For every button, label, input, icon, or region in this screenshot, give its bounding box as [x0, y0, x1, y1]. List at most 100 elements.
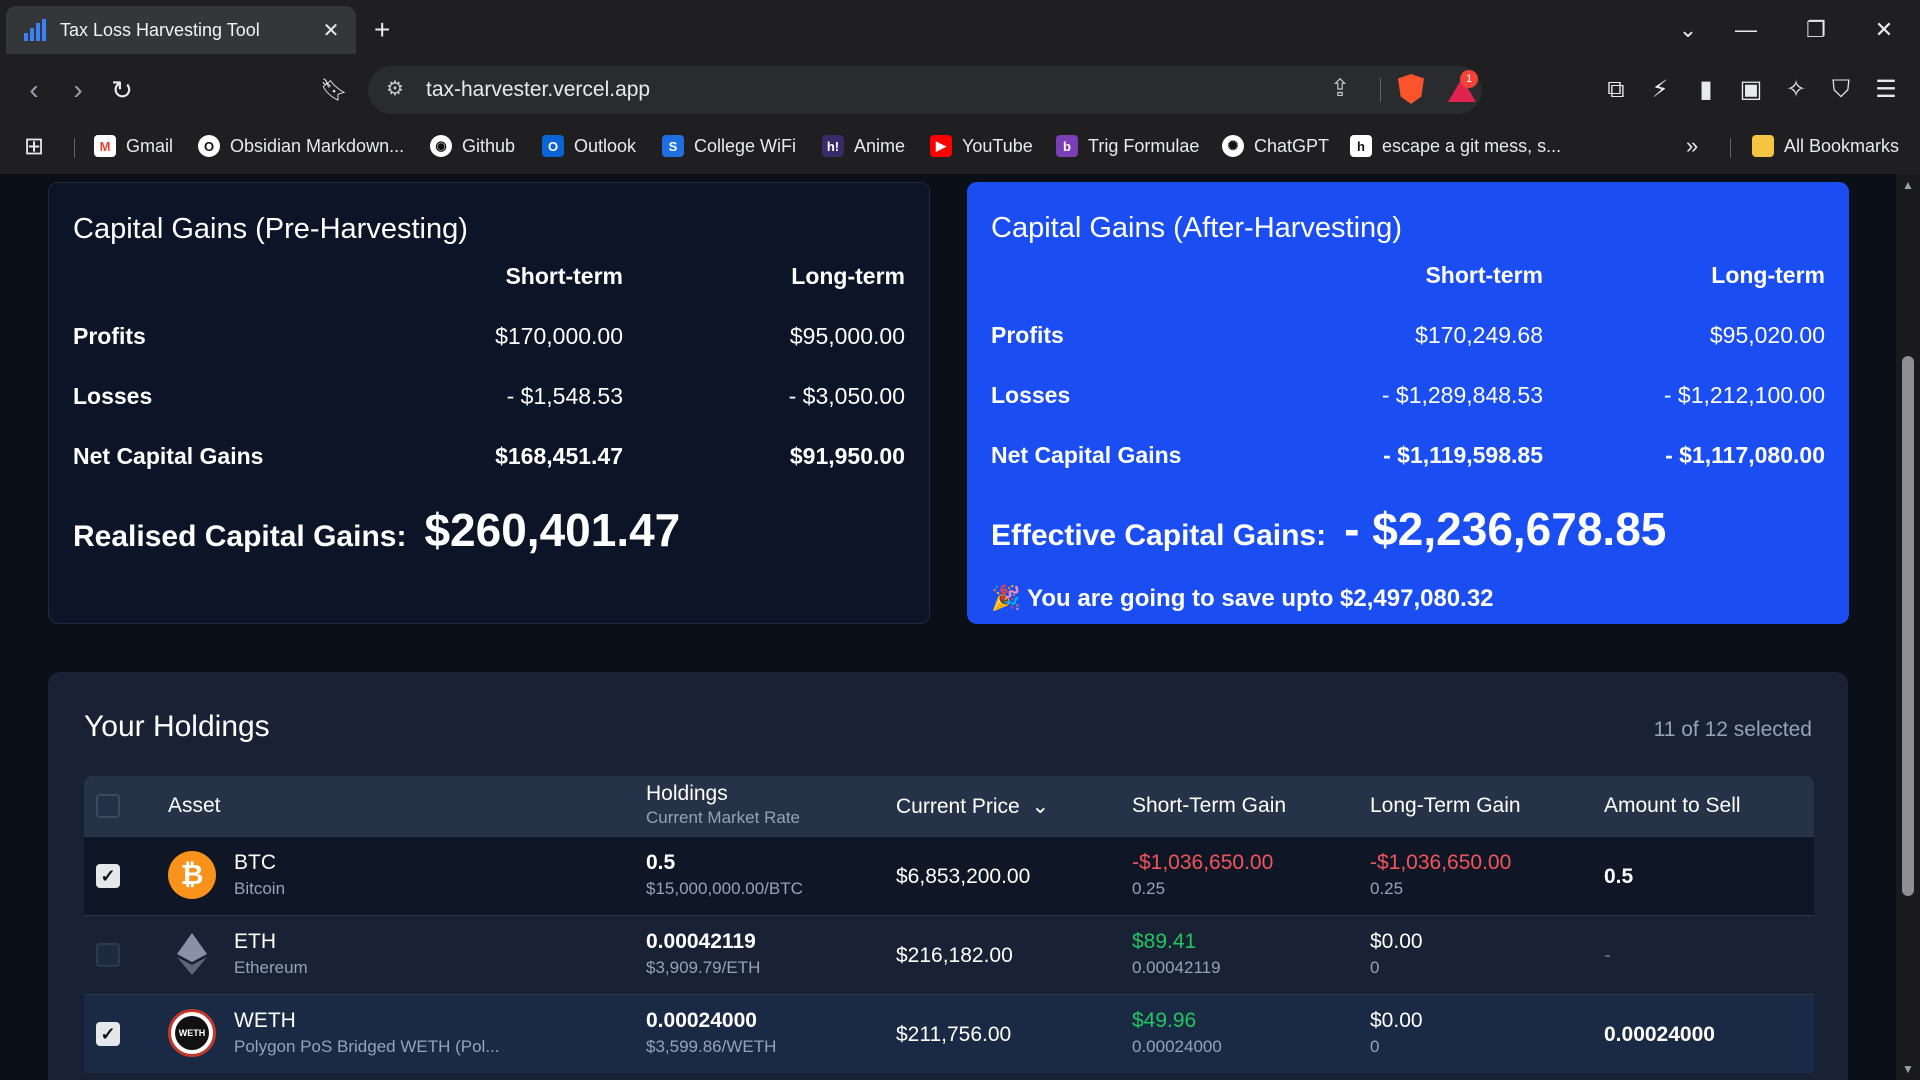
bookmark-label: College WiFi: [694, 135, 797, 156]
table-row[interactable]: ✓ WETH WETH Polygon PoS Bridged WETH (Po…: [84, 994, 1814, 1073]
minimize-icon[interactable]: —: [1716, 10, 1776, 50]
amount-to-sell: 0.5: [1604, 865, 1634, 888]
short-term-header: Short-term: [505, 263, 623, 289]
card-title: Capital Gains (Pre-Harvesting): [73, 213, 468, 245]
row-checkbox[interactable]: ✓: [96, 1022, 120, 1046]
bookmark-anime[interactable]: h! Anime: [822, 130, 905, 162]
url-text[interactable]: tax-harvester.vercel.app: [426, 78, 650, 102]
extensions-icon[interactable]: ⧉: [1600, 74, 1632, 106]
apps-grid-icon[interactable]: ⊞: [24, 130, 44, 162]
scroll-down-icon[interactable]: ▼: [1902, 1062, 1914, 1076]
bookmark-git-mess[interactable]: h escape a git mess, s...: [1350, 130, 1561, 162]
column-current-price[interactable]: Current Price ⌄: [896, 794, 1049, 819]
gmail-icon: M: [94, 135, 116, 157]
restore-icon[interactable]: ❐: [1786, 10, 1846, 50]
address-bar[interactable]: ⚙︎ tax-harvester.vercel.app ⇪ 1: [368, 66, 1482, 114]
net-long: $91,950.00: [789, 443, 905, 469]
net-short: $168,451.47: [495, 443, 623, 469]
table-row[interactable]: ETH Ethereum 0.00042119 $3,909.79/ETH $2…: [84, 915, 1814, 994]
bookmark-outlook[interactable]: O Outlook: [542, 130, 636, 162]
brave-shields-icon[interactable]: [1398, 74, 1424, 104]
table-row[interactable]: ✓ ₿ BTC Bitcoin 0.5 $15,000,000.00/BTC $…: [84, 836, 1814, 915]
close-window-icon[interactable]: ✕: [1854, 10, 1914, 50]
asset-cell: WETH Polygon PoS Bridged WETH (Pol...: [234, 1009, 500, 1057]
wallet-icon[interactable]: ▣: [1735, 74, 1767, 106]
row-checkbox[interactable]: ✓: [96, 864, 120, 888]
short-term-qty: 0.00024000: [1132, 1037, 1222, 1056]
chevron-down-icon[interactable]: ⌄: [1032, 795, 1050, 818]
page-content: Capital Gains (Pre-Harvesting) Short-ter…: [0, 174, 1920, 1080]
folder-icon: [1752, 135, 1774, 157]
asset-symbol: WETH: [234, 1009, 296, 1032]
holdings-cell: 0.00024000 $3,599.86/WETH: [646, 1009, 776, 1057]
losses-long: - $3,050.00: [788, 383, 905, 409]
asset-cell: ETH Ethereum: [234, 930, 308, 978]
vpn-shield-icon[interactable]: ⛉: [1825, 74, 1857, 106]
amount-to-sell: 0.00024000: [1604, 1023, 1715, 1046]
current-price: $211,756.00: [896, 1023, 1012, 1046]
new-tab-icon[interactable]: +: [374, 14, 390, 46]
savings-text: You are going to save upto $2,497,080.32: [1027, 585, 1494, 612]
scroll-up-icon[interactable]: ▲: [1902, 178, 1914, 192]
losses-label: Losses: [991, 382, 1071, 408]
select-all-checkbox[interactable]: [96, 794, 120, 818]
chart-favicon-icon: [24, 19, 48, 41]
ai-sparkle-icon[interactable]: ✧: [1780, 74, 1812, 106]
profits-long: $95,020.00: [1709, 322, 1825, 348]
selection-count: 11 of 12 selected: [1653, 718, 1812, 741]
column-holdings-label: Holdings: [646, 782, 728, 805]
short-term-cell: $49.96 0.00024000: [1132, 1009, 1222, 1057]
bookmark-label: escape a git mess, s...: [1382, 135, 1562, 156]
short-term-gain: $89.41: [1132, 930, 1197, 953]
losses-long: - $1,212,100.00: [1663, 382, 1825, 408]
scrollbar[interactable]: ▲ ▼: [1896, 174, 1920, 1080]
all-bookmarks[interactable]: All Bookmarks: [1752, 130, 1899, 162]
menu-icon[interactable]: ☰: [1870, 74, 1902, 106]
card-title: Capital Gains (After-Harvesting): [991, 212, 1402, 244]
bookmark-icon[interactable]: 🔖︎: [314, 70, 354, 110]
realised-gains: Realised Capital Gains: $260,401.47: [73, 503, 680, 557]
leo-icon[interactable]: ⚡︎: [1644, 74, 1676, 106]
asset-name: Bitcoin: [234, 879, 286, 898]
savings-message: 🎉 You are going to save upto $2,497,080.…: [991, 584, 1494, 613]
long-term-cell: $0.00 0: [1370, 930, 1423, 978]
chatgpt-icon: ✺: [1222, 135, 1244, 157]
share-icon[interactable]: ⇪: [1330, 74, 1350, 103]
bookmark-youtube[interactable]: ▶ YouTube: [930, 130, 1033, 162]
profits-short: $170,249.68: [1415, 322, 1543, 348]
sidebar-icon[interactable]: ▮: [1690, 74, 1722, 106]
more-bookmarks-icon[interactable]: »: [1686, 130, 1698, 162]
bookmark-gmail[interactable]: M Gmail: [94, 130, 173, 162]
reload-icon[interactable]: ↻: [102, 70, 142, 110]
holding-amount: 0.5: [646, 851, 676, 874]
bookmark-github[interactable]: ◉ Github: [430, 130, 515, 162]
forward-icon[interactable]: ›: [58, 70, 98, 110]
tab-title: Tax Loss Harvesting Tool: [60, 19, 260, 40]
youtube-icon: ▶: [930, 135, 952, 157]
tab-search-chevron-icon[interactable]: ⌄: [1658, 10, 1718, 50]
trig-icon: b: [1056, 135, 1078, 157]
row-checkbox[interactable]: [96, 943, 120, 967]
bookmark-college-wifi[interactable]: S College WiFi: [662, 130, 796, 162]
site-settings-icon[interactable]: ⚙︎: [386, 76, 404, 101]
obsidian-icon: O: [198, 135, 220, 157]
after-harvesting-card: Capital Gains (After-Harvesting) Short-t…: [967, 182, 1849, 624]
holdings-cell: 0.5 $15,000,000.00/BTC: [646, 851, 803, 899]
holdings-cell: 0.00042119 $3,909.79/ETH: [646, 930, 760, 978]
scrollbar-thumb[interactable]: [1902, 356, 1914, 896]
holding-amount: 0.00042119: [646, 930, 756, 953]
bookmark-trig[interactable]: b Trig Formulae: [1056, 130, 1199, 162]
close-tab-icon[interactable]: ✕: [316, 18, 346, 43]
bookmarks-bar: ⊞ M Gmail O Obsidian Markdown... ◉ Github O…: [0, 124, 1920, 170]
column-holdings-sub: Current Market Rate: [646, 808, 800, 827]
bookmark-chatgpt[interactable]: ✺ ChatGPT: [1222, 130, 1329, 162]
long-term-gain: $0.00: [1370, 930, 1423, 953]
realised-value: $260,401.47: [424, 504, 681, 556]
bookmark-label: YouTube: [962, 135, 1033, 156]
bookmark-obsidian[interactable]: O Obsidian Markdown...: [198, 130, 404, 162]
column-asset: Asset: [168, 794, 221, 817]
back-icon[interactable]: ‹: [14, 70, 54, 110]
divider: [1380, 78, 1381, 102]
browser-tab[interactable]: Tax Loss Harvesting Tool ✕: [6, 6, 356, 54]
net-short: - $1,119,598.85: [1383, 442, 1543, 468]
